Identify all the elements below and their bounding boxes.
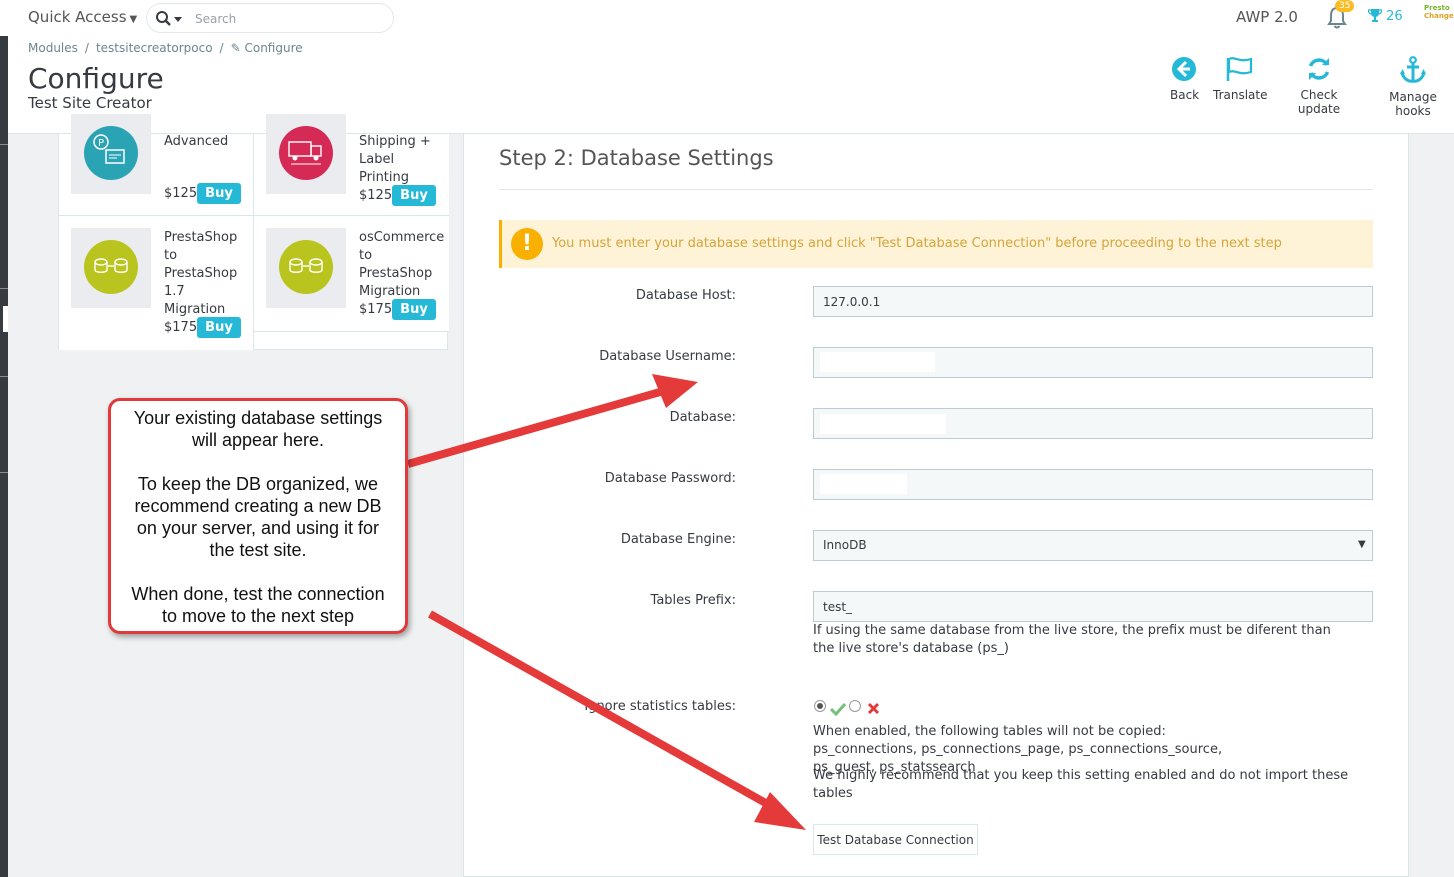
callout-paragraph: To keep the DB organized, we recommend c… [119,473,397,561]
callout-paragraph: When done, test the connection to move t… [119,583,397,627]
callout-line: the test site. [209,540,307,560]
arrow-to-username [406,388,662,468]
callout-line: Your existing database settings [133,408,383,428]
callout-paragraph: Your existing database settings will app… [119,407,397,451]
callout-line: To keep the DB organized, we [137,474,379,494]
arrow-to-test-button [428,610,780,814]
callout-line: will appear here. [191,430,325,450]
callout-line: When done, test the connection [131,584,385,604]
instruction-callout: Your existing database settings will app… [108,398,408,634]
callout-line: recommend creating a new DB [134,496,382,516]
callout-line: on your server, and using it for [136,518,380,538]
callout-line: to move to the next step [161,606,355,626]
